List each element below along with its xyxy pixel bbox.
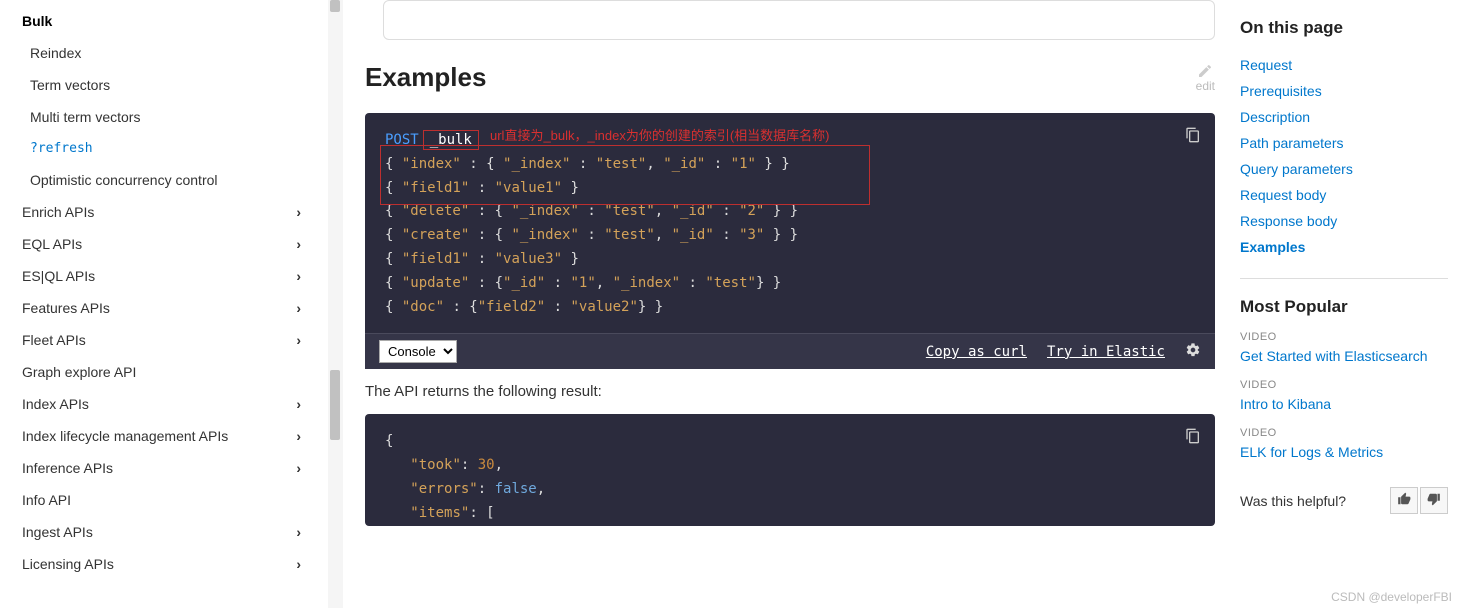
sidebar-item[interactable]: Multi term vectors	[8, 101, 315, 133]
sidebar-item-label: Enrich APIs	[22, 204, 94, 220]
sidebar-item[interactable]: Features APIs ›	[8, 292, 315, 324]
chevron-right-icon: ›	[296, 396, 301, 412]
chevron-right-icon: ›	[296, 524, 301, 540]
helpful-text: Was this helpful?	[1240, 493, 1346, 509]
chevron-right-icon: ›	[296, 300, 301, 316]
result-intro-text: The API returns the following result:	[365, 383, 1215, 400]
copy-icon[interactable]	[1185, 428, 1201, 453]
sidebar-item-label: Licensing APIs	[22, 556, 114, 572]
thumbs-down-icon	[1427, 492, 1441, 506]
sidebar-nav: Bulk Reindex Term vectors Multi term vector…	[0, 0, 315, 608]
sidebar-item[interactable]: Info API	[8, 484, 315, 516]
chevron-right-icon: ›	[296, 428, 301, 444]
code-line: {	[385, 430, 1195, 454]
video-label: VIDEO	[1240, 379, 1448, 391]
toc-link[interactable]: Path parameters	[1240, 130, 1448, 156]
sidebar-item-label: Reindex	[30, 45, 81, 61]
code-line: "errors": false,	[385, 478, 1195, 502]
section-heading: Examples	[365, 62, 486, 93]
chevron-right-icon: ›	[296, 556, 301, 572]
popular-link[interactable]: Get Started with Elasticsearch	[1240, 343, 1448, 369]
toc-link[interactable]: Examples	[1240, 234, 1448, 260]
sidebar-item-label: Graph explore API	[22, 364, 136, 380]
sidebar-item[interactable]: Term vectors	[8, 69, 315, 101]
sidebar-item[interactable]: ES|QL APIs ›	[8, 260, 315, 292]
sidebar-item-label: EQL APIs	[22, 236, 82, 252]
chevron-right-icon: ›	[296, 332, 301, 348]
sidebar-item-label: ES|QL APIs	[22, 268, 95, 284]
sidebar-item[interactable]: Bulk	[8, 5, 315, 37]
popular-heading: Most Popular	[1240, 297, 1448, 317]
code-example-block: url直接为_bulk，_index为你的创建的索引(相当数据库名称) POST…	[365, 113, 1215, 369]
thumbs-up-icon	[1397, 492, 1411, 506]
sidebar-item-label: Multi term vectors	[30, 109, 140, 125]
chevron-right-icon: ›	[296, 460, 301, 476]
sidebar-item[interactable]: Fleet APIs ›	[8, 324, 315, 356]
sidebar-item-label: Inference APIs	[22, 460, 113, 476]
toc-link[interactable]: Request body	[1240, 182, 1448, 208]
sidebar-item-label: Index lifecycle management APIs	[22, 428, 228, 444]
sidebar-item-label: Fleet APIs	[22, 332, 86, 348]
sidebar-item[interactable]: Enrich APIs ›	[8, 196, 315, 228]
edit-label: edit	[1196, 79, 1215, 93]
code-line: { "update" : {"_id" : "1", "_index" : "t…	[385, 272, 1195, 296]
code-line: "items": [	[385, 502, 1195, 526]
chevron-right-icon: ›	[296, 268, 301, 284]
code-line: { "create" : { "_index" : "test", "_id" …	[385, 224, 1195, 248]
sidebar-item[interactable]: Reindex	[8, 37, 315, 69]
thumbs-down-button[interactable]	[1420, 487, 1448, 514]
sidebar-item[interactable]: Index APIs ›	[8, 388, 315, 420]
sidebar-item[interactable]: Inference APIs ›	[8, 452, 315, 484]
console-select[interactable]: Console	[379, 340, 457, 363]
toc-link[interactable]: Query parameters	[1240, 156, 1448, 182]
sidebar-item-label: Term vectors	[30, 77, 110, 93]
main-content: Examples edit url直接为_bulk，_index为你的创建的索引…	[315, 0, 1240, 608]
edit-button[interactable]: edit	[1196, 63, 1215, 93]
watermark-text: CSDN @developerFBI	[1331, 590, 1452, 604]
code-line: { "field1" : "value3" }	[385, 248, 1195, 272]
prev-section-box	[383, 0, 1215, 40]
toc-link[interactable]: Prerequisites	[1240, 78, 1448, 104]
sidebar-item[interactable]: Ingest APIs ›	[8, 516, 315, 548]
sidebar-item-label: Optimistic concurrency control	[30, 172, 218, 188]
toc-link[interactable]: Description	[1240, 104, 1448, 130]
sidebar-item[interactable]: Index lifecycle management APIs ›	[8, 420, 315, 452]
video-label: VIDEO	[1240, 427, 1448, 439]
copy-icon[interactable]	[1185, 127, 1201, 152]
divider	[1240, 278, 1448, 279]
thumbs-up-button[interactable]	[1390, 487, 1418, 514]
right-column: On this page RequestPrerequisitesDescrip…	[1240, 0, 1460, 608]
toc-heading: On this page	[1240, 18, 1448, 38]
sidebar-item[interactable]: Optimistic concurrency control	[8, 164, 315, 196]
result-code-block: { "took": 30, "errors": false, "items": …	[365, 414, 1215, 525]
sidebar-item-label: Ingest APIs	[22, 524, 93, 540]
code-line: { "doc" : {"field2" : "value2"} }	[385, 296, 1195, 320]
pencil-icon	[1197, 63, 1213, 79]
annotation-text: url直接为_bulk，_index为你的创建的索引(相当数据库名称)	[490, 125, 830, 147]
annotation-redbox	[380, 145, 870, 205]
toc-link[interactable]: Request	[1240, 52, 1448, 78]
sidebar-item[interactable]: EQL APIs ›	[8, 228, 315, 260]
code-toolbar: Console Copy as curl Try in Elastic	[365, 333, 1215, 369]
sidebar-item[interactable]: ?refresh	[8, 133, 315, 164]
sidebar-item-label: Bulk	[22, 13, 52, 29]
sidebar-item-label: Index APIs	[22, 396, 89, 412]
copy-as-curl-link[interactable]: Copy as curl	[926, 344, 1027, 360]
video-label: VIDEO	[1240, 331, 1448, 343]
try-in-elastic-link[interactable]: Try in Elastic	[1047, 344, 1165, 360]
sidebar-item-label: Info API	[22, 492, 71, 508]
gear-icon[interactable]	[1185, 342, 1201, 362]
toc-link[interactable]: Response body	[1240, 208, 1448, 234]
code-line: "took": 30,	[385, 454, 1195, 478]
chevron-right-icon: ›	[296, 204, 301, 220]
sidebar-item[interactable]: Licensing APIs ›	[8, 548, 315, 580]
sidebar-item-label: ?refresh	[30, 141, 93, 156]
popular-link[interactable]: Intro to Kibana	[1240, 391, 1448, 417]
chevron-right-icon: ›	[296, 236, 301, 252]
sidebar-item[interactable]: Graph explore API	[8, 356, 315, 388]
sidebar-item-label: Features APIs	[22, 300, 110, 316]
popular-link[interactable]: ELK for Logs & Metrics	[1240, 439, 1448, 465]
